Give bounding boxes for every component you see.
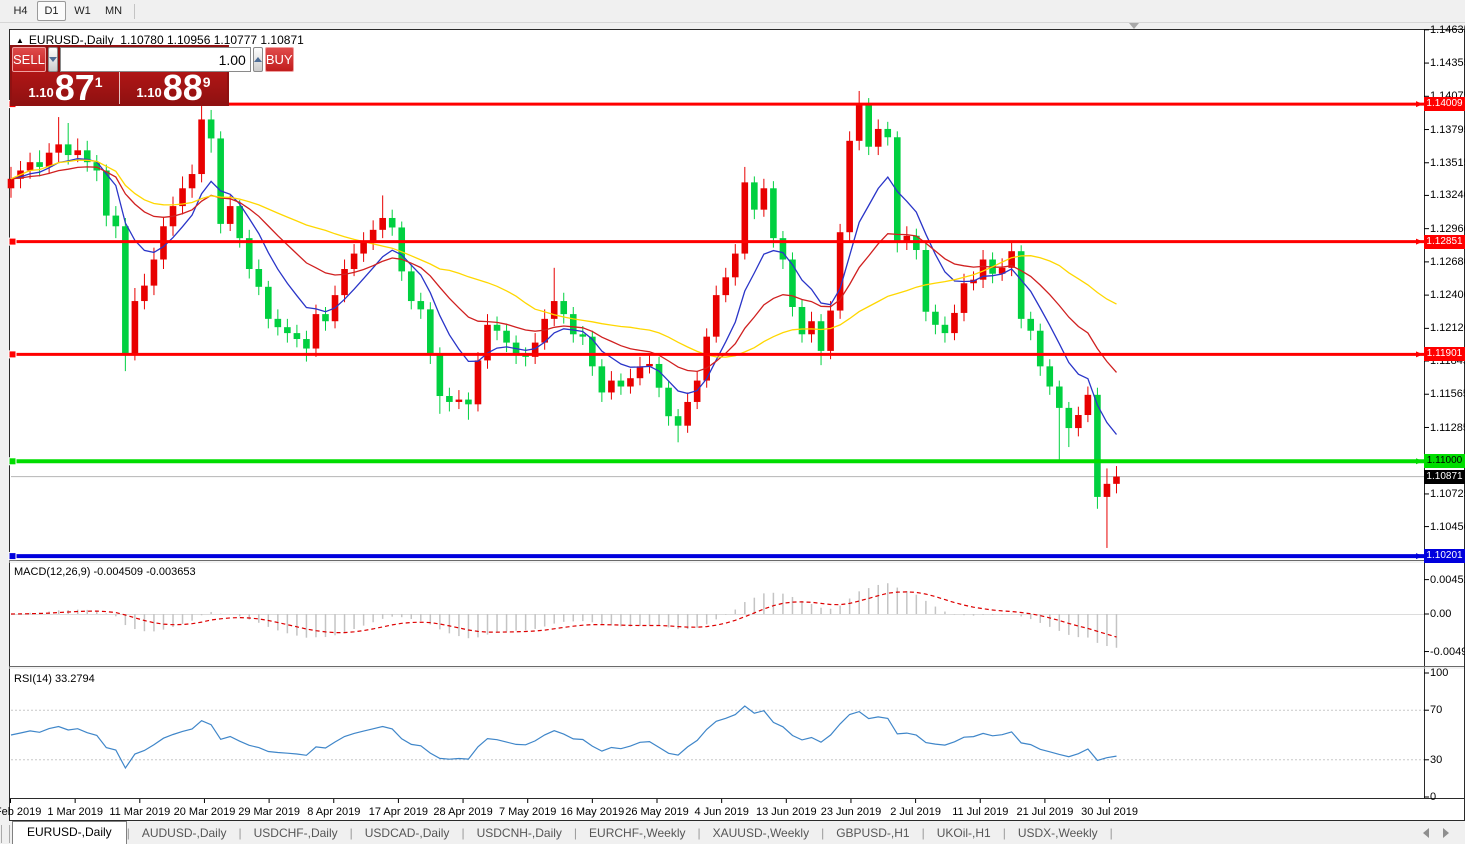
buy-price-display[interactable]: 1.10 88 9: [119, 72, 227, 104]
timeframe-button-h4[interactable]: H4: [6, 1, 35, 21]
arrow-up-icon: [254, 57, 262, 62]
chart-shift-marker-icon[interactable]: [1129, 23, 1139, 29]
chart-tab-eurchf-weekly[interactable]: EURCHF-,Weekly: [577, 823, 697, 844]
chart-tab-usdcnh-daily[interactable]: USDCNH-,Daily: [465, 823, 574, 844]
sell-price-prefix: 1.10: [28, 85, 53, 100]
buy-price-prefix: 1.10: [136, 85, 161, 100]
volume-increase-button[interactable]: [253, 47, 263, 72]
sell-button[interactable]: SELL: [12, 47, 46, 72]
macd-label: MACD(12,26,9) -0.004509 -0.003653: [14, 566, 196, 578]
tabbar-grip[interactable]: [1, 825, 10, 843]
chart-tab-eurusd-daily[interactable]: EURUSD-,Daily: [12, 821, 127, 844]
chart-tab-xauusd-weekly[interactable]: XAUUSD-,Weekly: [701, 823, 821, 844]
toolbar-separator: [134, 4, 135, 19]
tab-scroll-right-icon[interactable]: [1443, 828, 1449, 838]
timeframe-button-mn[interactable]: MN: [99, 1, 128, 21]
timeframe-toolbar: H4D1W1MN: [0, 0, 1465, 23]
rsi-label: RSI(14) 33.2794: [14, 673, 95, 685]
chart-tab-ukoil-h1[interactable]: UKOil-,H1: [925, 823, 1003, 844]
buy-button[interactable]: BUY: [265, 47, 294, 72]
sell-price-display[interactable]: 1.10 87 1: [12, 72, 119, 104]
one-click-trading-panel: SELL BUY 1.10 87 1 1.10 88 9: [10, 45, 229, 106]
tab-scroll-left-icon[interactable]: [1423, 828, 1429, 838]
chart-tab-usdchf-daily[interactable]: USDCHF-,Daily: [242, 823, 350, 844]
arrow-down-icon: [49, 57, 57, 62]
sell-price-sup: 1: [95, 74, 103, 90]
collapse-triangle-icon[interactable]: ▲: [16, 36, 24, 45]
timeframe-button-d1[interactable]: D1: [37, 1, 66, 21]
chart-tab-usdcad-daily[interactable]: USDCAD-,Daily: [353, 823, 462, 844]
sell-price-main: 87: [55, 73, 95, 103]
chart-window-background: [9, 29, 1465, 820]
tab-separator: |: [1110, 826, 1113, 844]
chart-tab-gbpusd-h1[interactable]: GBPUSD-,H1: [824, 823, 921, 844]
timeframe-button-w1[interactable]: W1: [68, 1, 97, 21]
buy-price-sup: 9: [203, 74, 211, 90]
chart-tab-audusd-daily[interactable]: AUDUSD-,Daily: [130, 823, 239, 844]
buy-price-main: 88: [163, 73, 203, 103]
chart-tab-usdx-weekly[interactable]: USDX-,Weekly: [1006, 823, 1110, 844]
symbol-tab-bar: EURUSD-,Daily|AUDUSD-,Daily|USDCHF-,Dail…: [0, 822, 1465, 844]
